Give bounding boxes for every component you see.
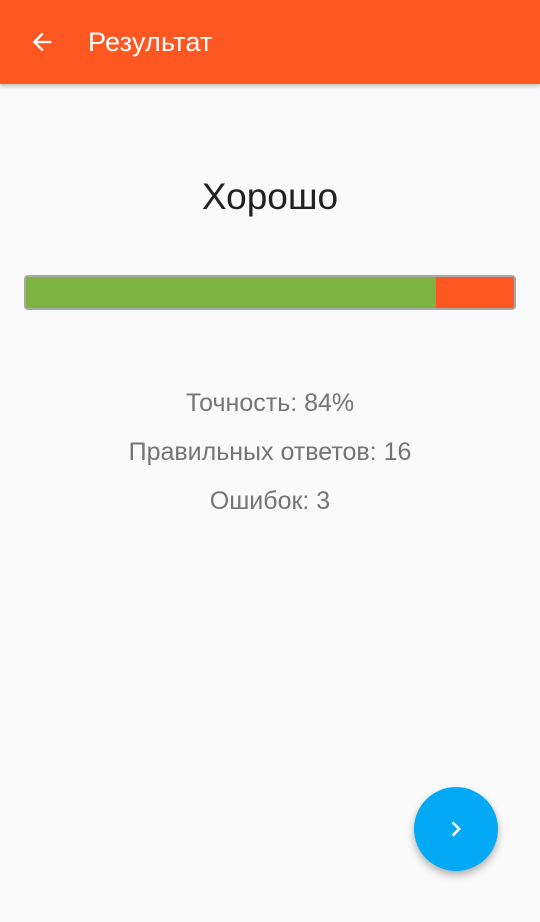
accuracy-text: Точность: 84% — [185, 389, 355, 417]
arrow-back-icon — [32, 32, 52, 52]
back-button[interactable] — [22, 22, 62, 62]
result-grade: Хорошо — [201, 176, 339, 217]
page-title: Результат — [88, 26, 213, 57]
errors-text: Ошибок: 3 — [209, 487, 331, 515]
result-progress-bar — [24, 275, 516, 310]
app-bar: Результат — [0, 0, 540, 84]
correct-answers-text: Правильных ответов: 16 — [128, 438, 412, 466]
chevron-right-icon — [451, 821, 461, 837]
result-stats: Точность: 84% Правильных ответов: 16 Оши… — [0, 386, 540, 533]
progress-correct-fill — [26, 277, 436, 308]
next-button[interactable] — [414, 787, 498, 871]
